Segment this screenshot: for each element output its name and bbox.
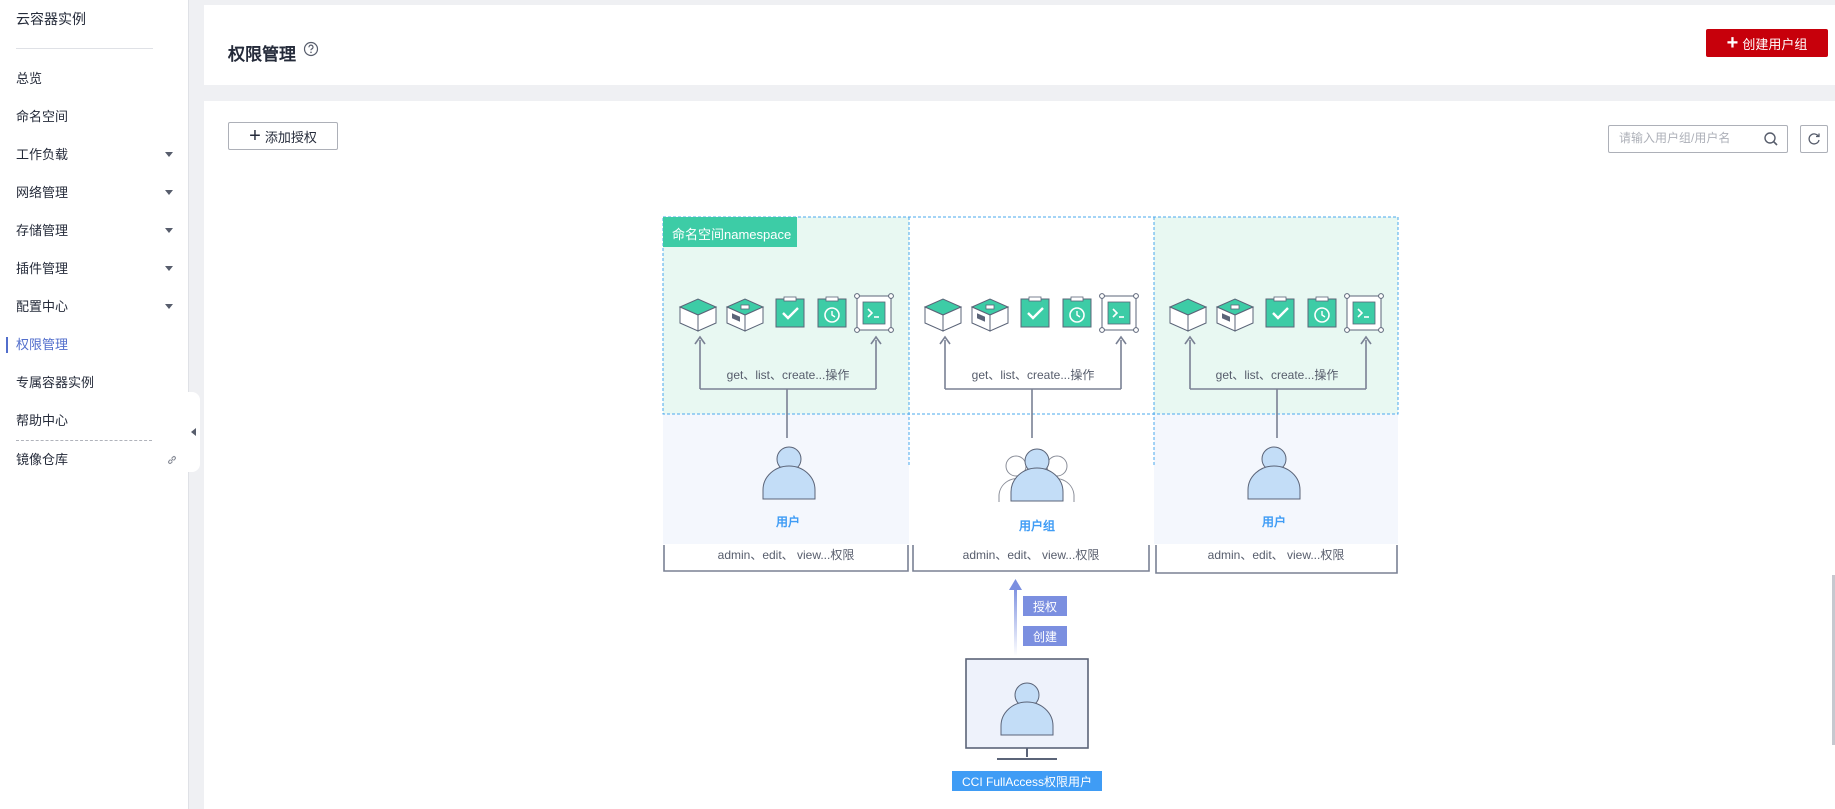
clock-task-icon [817,296,847,328]
resource-icons-column-2 [924,292,1140,334]
create-label: 创建 [1033,630,1057,644]
permissions-label: admin、edit、 view...权限 [718,548,855,562]
user-group-icon [998,448,1075,502]
permission-diagram: 命名空间namespace get、list、create...操作 用户 ad… [662,216,1399,791]
box-icon [971,298,1009,332]
check-task-icon [1019,295,1051,329]
check-task-icon [1264,295,1296,329]
clock-task-icon [1307,296,1337,328]
check-task-icon [774,295,806,329]
namespace-tag-label: 命名空间namespace [672,227,791,242]
terminal-icon [1098,292,1140,334]
operation-arrows-column-2 [939,335,1127,438]
admin-label: CCI FullAccess权限用户 [962,774,1092,789]
role-label: 用户 [775,514,800,529]
permissions-label: admin、edit、 view...权限 [963,548,1100,562]
permissions-label: admin、edit、 view...权限 [1208,548,1345,562]
operations-label: get、list、create...操作 [1216,367,1339,382]
clock-task-icon [1062,296,1092,328]
admin-monitor [965,658,1089,760]
authorize-label: 授权 [1033,599,1057,614]
terminal-icon [853,292,895,334]
role-label: 用户组 [1018,518,1055,533]
operations-label: get、list、create...操作 [727,367,850,382]
operations-label: get、list、create...操作 [972,367,1095,382]
arrow-up-icon [1009,579,1022,590]
cube-icon [924,298,962,332]
terminal-icon [1343,292,1385,334]
role-label: 用户 [1261,514,1286,529]
authorize-arrow [1014,586,1017,656]
